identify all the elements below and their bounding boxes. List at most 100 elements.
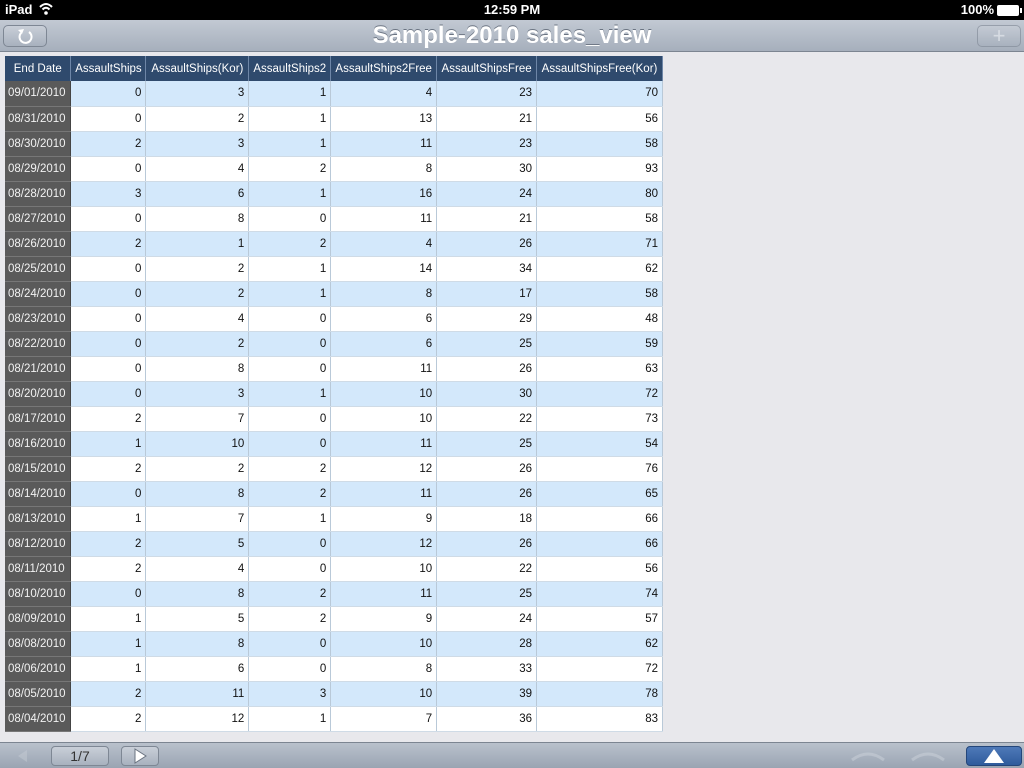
previous-page-button[interactable] xyxy=(3,746,43,766)
value-cell: 11 xyxy=(330,431,438,457)
date-cell: 08/06/2010 xyxy=(5,656,72,682)
value-cell: 6 xyxy=(330,331,438,357)
value-cell: 25 xyxy=(436,331,538,357)
value-cell: 11 xyxy=(330,581,438,607)
table-row[interactable]: 08/04/2010 2 12 1 7 36 83 xyxy=(5,706,663,732)
swipe-right-button[interactable] xyxy=(906,746,950,766)
table-row[interactable]: 08/25/2010 0 2 1 14 34 62 xyxy=(5,256,663,282)
table-row[interactable]: 08/05/2010 2 11 3 10 39 78 xyxy=(5,681,663,707)
value-cell: 29 xyxy=(436,306,538,332)
table-row[interactable]: 08/20/2010 0 3 1 10 30 72 xyxy=(5,381,663,407)
value-cell: 1 xyxy=(70,606,147,632)
value-cell: 33 xyxy=(436,656,538,682)
status-bar: iPad 12:59 PM 100% xyxy=(0,0,1024,20)
date-cell: 08/22/2010 xyxy=(5,331,72,357)
value-cell: 2 xyxy=(145,256,250,282)
value-cell: 2 xyxy=(70,706,147,732)
value-cell: 26 xyxy=(436,456,538,482)
column-header[interactable]: End Date xyxy=(5,56,72,81)
value-cell: 80 xyxy=(536,181,663,207)
date-cell: 08/24/2010 xyxy=(5,281,72,307)
add-button[interactable]: + xyxy=(977,23,1021,48)
value-cell: 0 xyxy=(248,306,332,332)
triangle-up-icon xyxy=(984,749,1004,763)
column-header[interactable]: AssaultShips(Kor) xyxy=(145,56,250,81)
next-page-button[interactable] xyxy=(121,746,159,766)
value-cell: 2 xyxy=(248,481,332,507)
date-cell: 08/26/2010 xyxy=(5,231,72,257)
value-cell: 93 xyxy=(536,156,663,182)
table-row[interactable]: 08/30/2010 2 3 1 11 23 58 xyxy=(5,131,663,157)
value-cell: 3 xyxy=(145,381,250,407)
curve-left-icon xyxy=(851,752,885,762)
value-cell: 21 xyxy=(436,106,538,132)
page-indicator[interactable]: 1/7 xyxy=(51,746,109,766)
value-cell: 36 xyxy=(436,706,538,732)
swipe-left-button[interactable] xyxy=(846,746,890,766)
table-row[interactable]: 08/29/2010 0 4 2 8 30 93 xyxy=(5,156,663,182)
value-cell: 76 xyxy=(536,456,663,482)
clock: 12:59 PM xyxy=(483,2,541,17)
data-grid[interactable]: End Date AssaultShips AssaultShips(Kor) Ass… xyxy=(5,56,663,740)
table-row[interactable]: 08/12/2010 2 5 0 12 26 66 xyxy=(5,531,663,557)
value-cell: 2 xyxy=(248,581,332,607)
value-cell: 13 xyxy=(330,106,438,132)
date-cell: 09/01/2010 xyxy=(5,81,72,107)
value-cell: 58 xyxy=(536,131,663,157)
value-cell: 12 xyxy=(145,706,250,732)
table-row[interactable]: 08/24/2010 0 2 1 8 17 58 xyxy=(5,281,663,307)
value-cell: 24 xyxy=(436,181,538,207)
table-row[interactable]: 08/21/2010 0 8 0 11 26 63 xyxy=(5,356,663,382)
value-cell: 30 xyxy=(436,381,538,407)
value-cell: 18 xyxy=(436,506,538,532)
value-cell: 8 xyxy=(145,206,250,232)
arrow-left-icon xyxy=(18,750,27,762)
column-header[interactable]: AssaultShips2Free xyxy=(330,56,438,81)
value-cell: 0 xyxy=(248,206,332,232)
table-row[interactable]: 08/15/2010 2 2 2 12 26 76 xyxy=(5,456,663,482)
value-cell: 0 xyxy=(70,281,147,307)
table-row[interactable]: 08/31/2010 0 2 1 13 21 56 xyxy=(5,106,663,132)
battery-icon xyxy=(997,5,1022,16)
column-header[interactable]: AssaultShips xyxy=(70,56,147,81)
table-row[interactable]: 08/16/2010 1 10 0 11 25 54 xyxy=(5,431,663,457)
value-cell: 0 xyxy=(70,381,147,407)
value-cell: 0 xyxy=(70,306,147,332)
table-row[interactable]: 08/26/2010 2 1 2 4 26 71 xyxy=(5,231,663,257)
table-row[interactable]: 09/01/2010 0 3 1 4 23 70 xyxy=(5,81,663,107)
value-cell: 1 xyxy=(248,81,332,107)
column-header[interactable]: AssaultShips2 xyxy=(248,56,332,81)
date-cell: 08/29/2010 xyxy=(5,156,72,182)
table-row[interactable]: 08/23/2010 0 4 0 6 29 48 xyxy=(5,306,663,332)
table-row[interactable]: 08/13/2010 1 7 1 9 18 66 xyxy=(5,506,663,532)
value-cell: 7 xyxy=(145,506,250,532)
table-row[interactable]: 08/08/2010 1 8 0 10 28 62 xyxy=(5,631,663,657)
value-cell: 8 xyxy=(330,656,438,682)
table-row[interactable]: 08/22/2010 0 2 0 6 25 59 xyxy=(5,331,663,357)
table-row[interactable]: 08/28/2010 3 6 1 16 24 80 xyxy=(5,181,663,207)
table-row[interactable]: 08/27/2010 0 8 0 11 21 58 xyxy=(5,206,663,232)
table-row[interactable]: 08/11/2010 2 4 0 10 22 56 xyxy=(5,556,663,582)
value-cell: 66 xyxy=(536,531,663,557)
value-cell: 4 xyxy=(330,231,438,257)
value-cell: 2 xyxy=(248,456,332,482)
value-cell: 30 xyxy=(436,156,538,182)
date-cell: 08/04/2010 xyxy=(5,706,72,732)
value-cell: 2 xyxy=(70,406,147,432)
date-cell: 08/21/2010 xyxy=(5,356,72,382)
column-header[interactable]: AssaultShipsFree(Kor) xyxy=(536,56,663,81)
table-body: 09/01/2010 0 3 1 4 23 70 08/31/2010 0 2 1 13 21 56 08/… xyxy=(5,81,663,732)
column-header[interactable]: AssaultShipsFree xyxy=(436,56,538,81)
table-row[interactable]: 08/10/2010 0 8 2 11 25 74 xyxy=(5,581,663,607)
value-cell: 8 xyxy=(145,481,250,507)
table-row[interactable]: 08/06/2010 1 6 0 8 33 72 xyxy=(5,656,663,682)
table-row[interactable]: 08/17/2010 2 7 0 10 22 73 xyxy=(5,406,663,432)
table-row[interactable]: 08/09/2010 1 5 2 9 24 57 xyxy=(5,606,663,632)
table-row[interactable]: 08/14/2010 0 8 2 11 26 65 xyxy=(5,481,663,507)
value-cell: 11 xyxy=(330,481,438,507)
value-cell: 1 xyxy=(70,431,147,457)
value-cell: 8 xyxy=(330,156,438,182)
scroll-top-button[interactable] xyxy=(966,746,1022,766)
value-cell: 2 xyxy=(248,231,332,257)
value-cell: 3 xyxy=(248,681,332,707)
